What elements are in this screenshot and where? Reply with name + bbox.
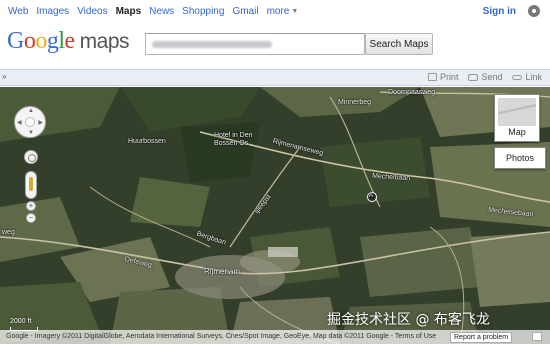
map-type-button[interactable]: Map (494, 94, 540, 142)
nav-link-shopping[interactable]: Shopping (182, 6, 224, 17)
attribution-bar: Google - Imagery ©2011 DigitalGlobe, Aer… (0, 330, 550, 344)
locate-icon[interactable] (24, 150, 38, 164)
map-label: Hotel in Den (214, 132, 253, 139)
nav-link-videos[interactable]: Videos (77, 6, 107, 17)
nav-link-maps[interactable]: Maps (116, 6, 142, 17)
nav-link-images[interactable]: Images (36, 6, 69, 17)
pan-right-icon[interactable]: ▶ (38, 119, 43, 126)
search-maps-button[interactable]: Search Maps (365, 33, 433, 55)
satellite-map[interactable]: Doornpaasweg Minnerbeg Huurbossen Hotel … (0, 87, 550, 344)
map-label: weg (2, 229, 15, 236)
pan-left-icon[interactable]: ◀ (17, 119, 22, 126)
google-maps-logo[interactable]: Google maps (7, 28, 130, 55)
zoom-control: + − (25, 171, 37, 223)
map-marker-a[interactable]: A (369, 193, 373, 199)
printer-icon (427, 73, 437, 81)
logo-product: maps (79, 30, 130, 53)
envelope-icon (468, 73, 479, 81)
hand-icon[interactable] (25, 117, 35, 127)
blurred-query (152, 41, 272, 48)
nav-link-web[interactable]: Web (8, 6, 28, 17)
chevron-down-icon: ▼ (291, 8, 299, 15)
map-label: Minnerbeg (338, 99, 372, 106)
link-button[interactable]: Link (512, 72, 542, 82)
toolbar-actions: Print Send Link (427, 72, 542, 82)
search-input[interactable] (145, 33, 365, 55)
account-area: Sign in (483, 5, 540, 17)
pan-control[interactable]: ▲ ▼ ◀ ▶ (14, 106, 46, 138)
pan-up-icon[interactable]: ▲ (28, 108, 34, 114)
sign-in-link[interactable]: Sign in (483, 6, 516, 17)
send-label: Send (481, 72, 503, 82)
gear-icon[interactable] (528, 5, 540, 17)
print-button[interactable]: Print (427, 72, 459, 82)
map-thumbnail (498, 98, 536, 126)
zoom-out-button[interactable]: − (26, 213, 36, 223)
map-label: Doornpaasweg (388, 89, 436, 96)
top-nav: Web Images Videos Maps News Shopping Gma… (0, 0, 550, 24)
product-links: Web Images Videos Maps News Shopping Gma… (8, 6, 298, 17)
photos-button[interactable]: Photos (494, 147, 546, 169)
send-button[interactable]: Send (468, 72, 502, 82)
map-label: Huurbossen (128, 138, 166, 145)
map-toolbar: » Print Send Link (0, 69, 550, 86)
nav-link-news[interactable]: News (149, 6, 174, 17)
nav-link-gmail[interactable]: Gmail (232, 6, 258, 17)
scale-label: 2000 ft (10, 318, 32, 325)
watermark: 掘金技术社区 @ 布客飞龙 (327, 312, 490, 328)
more-label: more (266, 6, 290, 17)
map-type-label: Map (508, 127, 526, 137)
report-problem-link[interactable]: Report a problem (450, 332, 513, 343)
pan-down-icon[interactable]: ▼ (28, 130, 34, 136)
nav-link-more[interactable]: more ▼ (267, 6, 299, 17)
satellite-imagery (0, 87, 550, 344)
print-label: Print (439, 72, 459, 82)
expand-panel-icon[interactable]: » (2, 72, 6, 81)
map-label: Bossen Os (214, 140, 249, 147)
link-label: Link (525, 72, 542, 82)
pegman-icon[interactable] (25, 171, 37, 199)
header: Google maps Search Maps (0, 24, 550, 66)
zoom-in-button[interactable]: + (26, 201, 36, 211)
scale-bar: 2000 ft (10, 318, 38, 331)
attribution-text[interactable]: Google - Imagery ©2011 DigitalGlobe, Aer… (6, 333, 436, 340)
map-label: Rijmenam (204, 267, 241, 276)
link-icon (512, 74, 523, 80)
expand-icon[interactable] (532, 332, 542, 341)
